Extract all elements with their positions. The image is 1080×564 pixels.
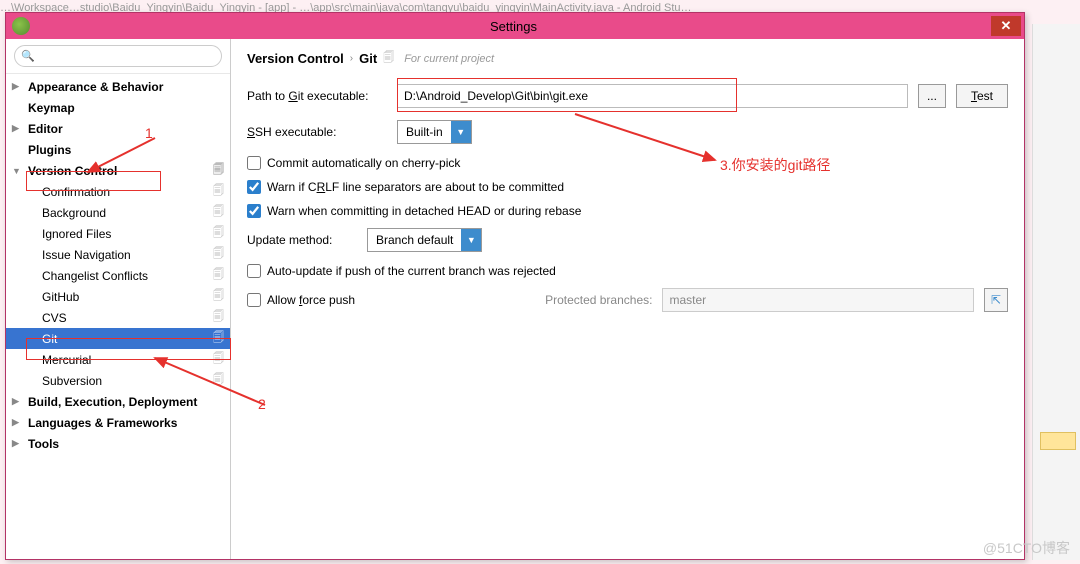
settings-main-panel: Version Control › Git 🗐 For current proj… (231, 39, 1024, 559)
project-scope-icon: 🗐 (213, 350, 224, 369)
update-method-dropdown[interactable]: Branch default ▼ (367, 228, 482, 252)
expander-icon[interactable]: ▶ (12, 396, 24, 407)
sidebar-item-label: Languages & Frameworks (28, 416, 177, 430)
git-path-input[interactable] (397, 84, 908, 108)
path-label: Path to Git executable: (247, 89, 387, 103)
sidebar-item[interactable]: GitHub 🗐 (6, 286, 230, 307)
sidebar-item-label: Git (42, 332, 57, 346)
sidebar-item[interactable]: ▶ Build, Execution, Deployment (6, 391, 230, 412)
watermark: @51CTO博客 (983, 538, 1070, 558)
sidebar-item-label: Issue Navigation (42, 248, 131, 262)
chevron-right-icon: › (350, 53, 353, 64)
close-button[interactable]: ✕ (991, 16, 1021, 36)
project-scope-icon: 🗐 (213, 182, 224, 201)
sidebar-item-label: Confirmation (42, 185, 110, 199)
sidebar-item-label: Changelist Conflicts (42, 269, 148, 283)
protected-branches-input (662, 288, 974, 312)
sidebar-item[interactable]: Confirmation 🗐 (6, 181, 230, 202)
editor-gutter (1032, 24, 1080, 560)
sidebar-item-label: Keymap (28, 101, 75, 115)
sidebar-item-label: Editor (28, 122, 63, 136)
checkbox-force-push[interactable]: Allow force push (247, 293, 355, 307)
checkbox-detached-head[interactable]: Warn when committing in detached HEAD or… (247, 204, 1008, 218)
browse-button[interactable]: ... (918, 84, 946, 108)
chevron-down-icon: ▼ (451, 121, 471, 143)
settings-tree[interactable]: ▶ Appearance & Behavior Keymap ▶ Editor Plugi… (6, 74, 230, 559)
checkbox-crlf[interactable]: Warn if CRLF line separators are about t… (247, 180, 1008, 194)
protected-branches-label: Protected branches: (545, 293, 652, 307)
sidebar-item-label: Build, Execution, Deployment (28, 395, 197, 409)
sidebar-item[interactable]: Subversion 🗐 (6, 370, 230, 391)
settings-sidebar: 🔍 ▶ Appearance & Behavior Keymap ▶ Editor Plu… (6, 39, 231, 559)
checkbox-auto-update[interactable]: Auto-update if push of the current branc… (247, 264, 1008, 278)
project-scope-icon: 🗐 (213, 329, 224, 348)
sidebar-item[interactable]: Plugins (6, 139, 230, 160)
project-scope-icon: 🗐 (213, 203, 224, 222)
breadcrumb-a: Version Control (247, 51, 344, 66)
sidebar-item[interactable]: CVS 🗐 (6, 307, 230, 328)
expand-input-button[interactable]: ⇱ (984, 288, 1008, 312)
settings-dialog: Settings ✕ 🔍 ▶ Appearance & Behavior Keyma… (5, 12, 1025, 560)
expander-icon[interactable]: ▶ (12, 438, 24, 449)
update-method-label: Update method: (247, 233, 357, 247)
project-scope-icon: 🗐 (213, 266, 224, 285)
sidebar-item-label: CVS (42, 311, 67, 325)
dialog-titlebar[interactable]: Settings ✕ (6, 13, 1024, 39)
sidebar-item-label: Plugins (28, 143, 71, 157)
project-scope-icon: 🗐 (213, 245, 224, 264)
project-scope-icon: 🗐 (213, 308, 224, 327)
ssh-label: SSH executable: (247, 125, 387, 139)
app-icon (12, 17, 30, 35)
sidebar-item[interactable]: Changelist Conflicts 🗐 (6, 265, 230, 286)
sidebar-item[interactable]: Git 🗐 (6, 328, 230, 349)
checkbox-cherry-pick[interactable]: Commit automatically on cherry-pick (247, 156, 1008, 170)
dialog-title: Settings (36, 19, 991, 34)
sidebar-item[interactable]: ▶ Languages & Frameworks (6, 412, 230, 433)
search-icon: 🔍 (21, 50, 35, 63)
sidebar-item-label: Background (42, 206, 106, 220)
sidebar-item-label: Version Control (28, 164, 117, 178)
expander-icon[interactable]: ▶ (12, 123, 24, 134)
breadcrumb: Version Control › Git 🗐 For current proj… (247, 49, 1008, 68)
sidebar-item-label: Appearance & Behavior (28, 80, 163, 94)
chevron-down-icon: ▼ (461, 229, 481, 251)
sidebar-item[interactable]: Background 🗐 (6, 202, 230, 223)
sidebar-item-label: Subversion (42, 374, 102, 388)
sidebar-item[interactable]: ▶ Editor (6, 118, 230, 139)
sidebar-item[interactable]: Issue Navigation 🗐 (6, 244, 230, 265)
sidebar-item[interactable]: Keymap (6, 97, 230, 118)
expander-icon[interactable]: ▶ (12, 417, 24, 428)
sidebar-item[interactable]: ▼ Version Control 🗐 (6, 160, 230, 181)
sidebar-item-label: Tools (28, 437, 59, 451)
sidebar-item[interactable]: ▶ Tools (6, 433, 230, 454)
sidebar-item[interactable]: Mercurial 🗐 (6, 349, 230, 370)
sidebar-item[interactable]: ▶ Appearance & Behavior (6, 76, 230, 97)
search-input[interactable] (14, 45, 222, 67)
breadcrumb-hint: For current project (404, 53, 494, 65)
project-scope-icon: 🗐 (213, 224, 224, 243)
sidebar-item-label: Ignored Files (42, 227, 111, 241)
project-scope-icon: 🗐 (213, 287, 224, 306)
sidebar-item-label: GitHub (42, 290, 79, 304)
ssh-dropdown[interactable]: Built-in ▼ (397, 120, 472, 144)
project-scope-icon: 🗐 (213, 161, 224, 180)
sidebar-item-label: Mercurial (42, 353, 91, 367)
project-scope-icon: 🗐 (383, 49, 394, 68)
expander-icon[interactable]: ▼ (12, 166, 24, 176)
breadcrumb-b: Git (359, 51, 377, 66)
expander-icon[interactable]: ▶ (12, 81, 24, 92)
project-scope-icon: 🗐 (213, 371, 224, 390)
test-button[interactable]: Test (956, 84, 1008, 108)
sidebar-item[interactable]: Ignored Files 🗐 (6, 223, 230, 244)
